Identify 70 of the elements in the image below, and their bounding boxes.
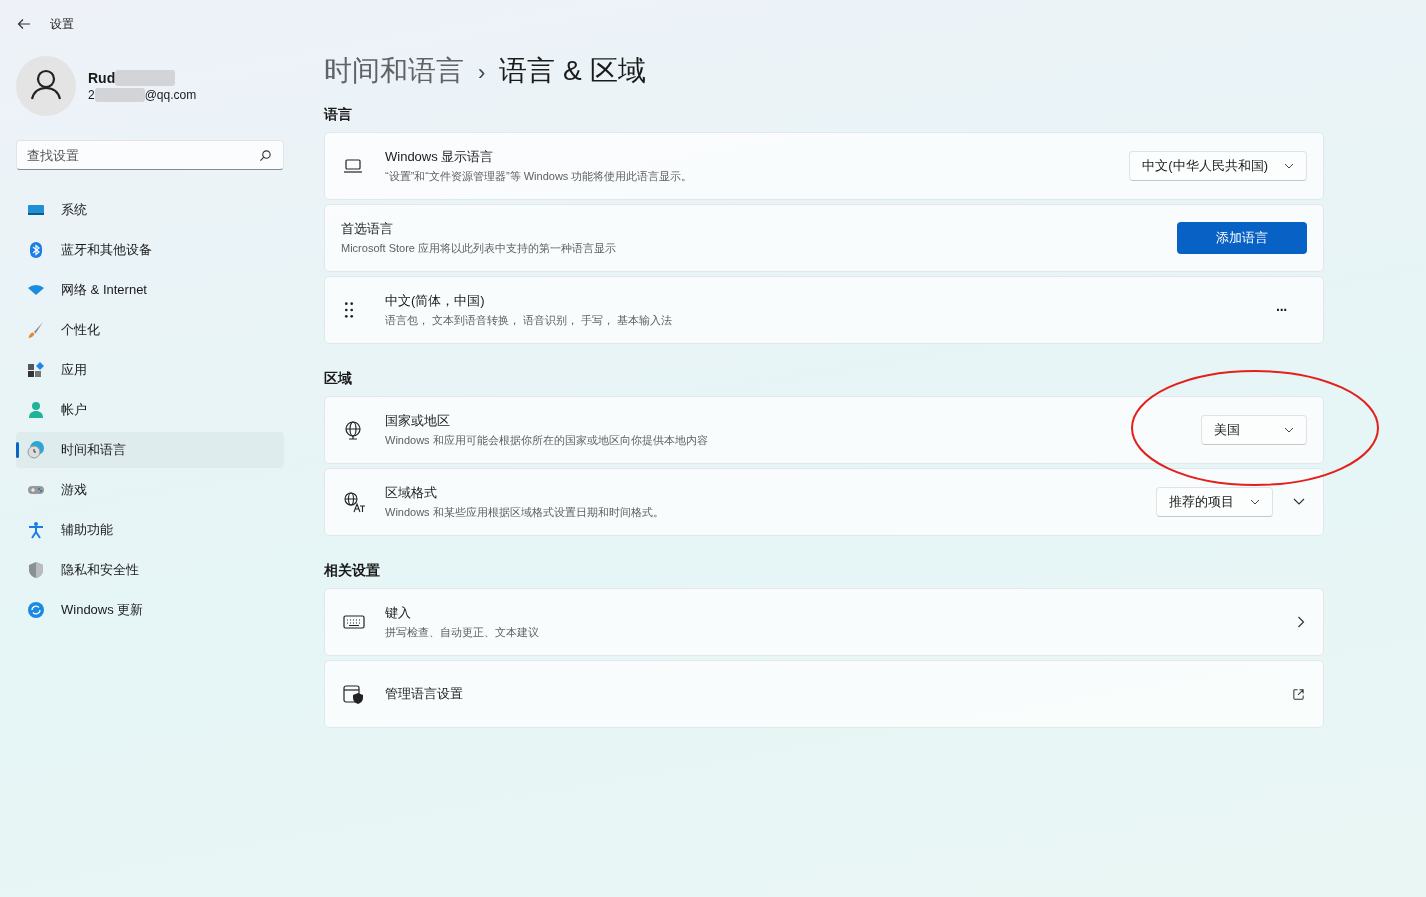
sidebar-item[interactable]: 应用 — [16, 352, 284, 388]
email-start: 2 — [88, 88, 95, 102]
card-description: “设置”和“文件资源管理器”等 Windows 功能将使用此语言显示。 — [385, 169, 694, 184]
expand-chevron-icon[interactable] — [1293, 498, 1305, 506]
sidebar-item[interactable]: 系统 — [16, 192, 284, 228]
more-options-button[interactable]: ··· — [1276, 302, 1307, 318]
add-language-button[interactable]: 添加语言 — [1177, 222, 1307, 254]
card-description: Microsoft Store 应用将以此列表中支持的第一种语言显示 — [341, 241, 618, 256]
section-heading: 区域 — [324, 370, 353, 388]
settings-card[interactable]: 键入 拼写检查、自动更正、文本建议 — [324, 588, 1324, 656]
window-title: 设置 — [50, 15, 74, 33]
globe-icon — [343, 420, 363, 440]
section-heading: 语言 — [324, 106, 353, 124]
sidebar-item[interactable]: 时间和语言 — [16, 432, 284, 468]
card-description: Windows 和应用可能会根据你所在的国家或地区向你提供本地内容 — [385, 433, 709, 448]
card-title: 首选语言 — [341, 220, 394, 238]
chevron-down-icon — [1250, 499, 1260, 505]
shield-icon — [27, 561, 45, 579]
settings-card[interactable]: Windows 显示语言 “设置”和“文件资源管理器”等 Windows 功能将使用此语言显示。 中文(中华人民共和国) — [324, 132, 1324, 200]
card-description: Windows 和某些应用根据区域格式设置日期和时间格式。 — [385, 505, 665, 520]
card-title: 键入 — [385, 604, 412, 622]
chevron-right-icon[interactable] — [1297, 616, 1305, 628]
card-description: 语言包， 文本到语音转换， 语音识别， 手写， 基本输入法 — [385, 313, 674, 328]
sidebar-item[interactable]: 个性化 — [16, 312, 284, 348]
keyboard-icon — [343, 614, 365, 630]
globe-letter-icon — [343, 491, 365, 513]
card-description: 拼写检查、自动更正、文本建议 — [385, 625, 540, 640]
window-shield-icon — [343, 683, 365, 705]
drag-handle-icon[interactable] — [343, 301, 355, 319]
card-title: 中文(简体，中国) — [385, 292, 486, 310]
settings-card[interactable]: 区域格式 Windows 和某些应用根据区域格式设置日期和时间格式。 推荐的项目 — [324, 468, 1324, 536]
settings-card[interactable]: 国家或地区 Windows 和应用可能会根据你所在的国家或地区向你提供本地内容 美国 — [324, 396, 1324, 464]
person-icon — [27, 401, 45, 419]
card-title: Windows 显示语言 — [385, 148, 495, 166]
sidebar-item[interactable]: 辅助功能 — [16, 512, 284, 548]
update-icon — [27, 601, 45, 619]
globe-clock-icon — [27, 441, 45, 459]
sidebar-item[interactable]: Windows 更新 — [16, 592, 284, 628]
back-arrow-icon[interactable] — [16, 16, 32, 32]
search-icon — [259, 149, 272, 162]
dropdown[interactable]: 推荐的项目 — [1156, 487, 1273, 517]
apps-icon — [27, 361, 45, 379]
bluetooth-icon — [27, 241, 45, 259]
page-title: 语言 & 区域 — [499, 54, 646, 88]
search-field[interactable]: 查找设置 — [16, 140, 284, 170]
section-heading: 相关设置 — [324, 562, 381, 580]
chevron-down-icon — [1284, 163, 1294, 169]
laptop-icon — [343, 156, 363, 176]
email-domain: @qq.com — [144, 88, 197, 102]
sidebar-item[interactable]: 蓝牙和其他设备 — [16, 232, 284, 268]
breadcrumb-parent[interactable]: 时间和语言 — [324, 52, 464, 90]
card-title: 区域格式 — [385, 484, 438, 502]
sidebar-item[interactable]: 游戏 — [16, 472, 284, 508]
redaction-block — [115, 70, 176, 86]
settings-card[interactable]: 管理语言设置 — [324, 660, 1324, 728]
chevron-down-icon — [1284, 427, 1294, 433]
breadcrumb-separator: › — [478, 60, 486, 86]
dropdown[interactable]: 美国 — [1201, 415, 1307, 445]
card-title: 国家或地区 — [385, 412, 451, 430]
user-name: Rud — [88, 70, 116, 86]
sidebar-item[interactable]: 网络 & Internet — [16, 272, 284, 308]
accessibility-icon — [27, 521, 45, 539]
settings-card[interactable]: 中文(简体，中国) 语言包， 文本到语音转换， 语音识别， 手写， 基本输入法 ··· — [324, 276, 1324, 344]
avatar-icon[interactable] — [16, 56, 76, 116]
dropdown[interactable]: 中文(中华人民共和国) — [1129, 151, 1307, 181]
redaction-block — [94, 88, 145, 102]
sidebar-item[interactable]: 隐私和安全性 — [16, 552, 284, 588]
sidebar-item[interactable]: 帐户 — [16, 392, 284, 428]
card-title: 管理语言设置 — [385, 685, 464, 703]
external-link-icon[interactable] — [1292, 687, 1305, 701]
